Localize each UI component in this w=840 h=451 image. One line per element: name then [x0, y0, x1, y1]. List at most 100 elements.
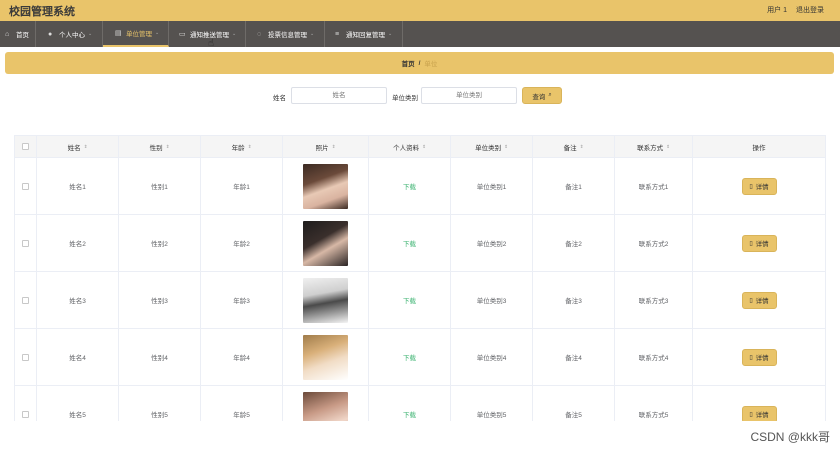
cell-name: 姓名4	[37, 329, 119, 385]
detail-button[interactable]: ▯ 详情	[741, 405, 777, 423]
sort-icon: ⇕	[247, 143, 252, 149]
logout-link[interactable]: 退出登录	[796, 5, 824, 15]
cell-category: 单位类别2	[451, 215, 533, 271]
actions-cell: ▯ 详情	[693, 329, 825, 385]
cell-category: 单位类别3	[451, 272, 533, 328]
unit-table: 姓名 ⇕ 性别 ⇕ 年龄 ⇕ 照片 ⇕ 个人资料 ⇕ 单位类别 ⇕ 备注 ⇕ 联系方式 ⇕ 操作…	[14, 135, 826, 443]
column-header-photo[interactable]: 照片 ⇕	[283, 136, 369, 157]
cell-name: 姓名1	[37, 158, 119, 214]
photo-thumbnail[interactable]	[303, 334, 348, 380]
nav-item-label: 投票信息管理	[268, 32, 307, 39]
detail-button-label: 详情	[755, 184, 769, 191]
row-checkbox[interactable]	[22, 410, 29, 418]
nav-item-notice-reply[interactable]: ≡ 通知回复管理 ⌄	[325, 21, 403, 47]
photo-thumbnail[interactable]	[303, 163, 348, 209]
column-header-contact[interactable]: 联系方式 ⇕	[615, 136, 693, 157]
cell-remark: 备注3	[533, 272, 615, 328]
cell-contact: 联系方式2	[615, 215, 693, 271]
search-button-label: 查询	[532, 93, 546, 101]
document-icon: ▯	[749, 297, 753, 304]
detail-button[interactable]: ▯ 详情	[741, 348, 777, 366]
row-checkbox[interactable]	[22, 182, 29, 190]
cell-age: 年龄4	[201, 329, 283, 385]
nav-item-unit-management[interactable]: ▤ 单位管理 ⌄	[103, 21, 169, 47]
select-cell	[15, 329, 37, 385]
document-icon: ▯	[749, 354, 753, 361]
actions-cell: ▯ 详情	[693, 272, 825, 328]
document-icon: ▯	[749, 183, 753, 190]
category-search-input[interactable]	[421, 87, 517, 104]
photo-cell	[283, 272, 369, 328]
download-link[interactable]: 下载	[403, 409, 416, 419]
column-header-label: 个人资料	[393, 144, 420, 152]
chevron-down-icon: ⌄	[88, 31, 93, 37]
column-header-label: 姓名	[67, 144, 81, 152]
chevron-down-icon: ⌄	[232, 31, 237, 37]
detail-button[interactable]: ▯ 详情	[741, 291, 777, 309]
document-icon: ▯	[749, 411, 753, 418]
column-header-label: 单位类别	[475, 144, 502, 152]
nav-item-vote-info[interactable]: ◌ 投票信息管理 ⌄	[246, 21, 325, 47]
download-link[interactable]: 下载	[403, 352, 416, 362]
cell-gender: 性别3	[119, 272, 201, 328]
download-link[interactable]: 下载	[403, 238, 416, 248]
column-header-name[interactable]: 姓名 ⇕	[37, 136, 119, 157]
chevron-down-icon: ⌄	[310, 31, 315, 37]
photo-thumbnail[interactable]	[303, 220, 348, 266]
column-header-age[interactable]: 年龄 ⇕	[201, 136, 283, 157]
column-header-gender[interactable]: 性别 ⇕	[119, 136, 201, 157]
nav-item-label: 首页	[16, 32, 29, 39]
nav-item-personal-center[interactable]: ● 个人中心 ⌄	[36, 21, 103, 47]
column-header-profile[interactable]: 个人资料 ⇕	[369, 136, 451, 157]
detail-button[interactable]: ▯ 详情	[741, 177, 777, 195]
cell-name: 姓名2	[37, 215, 119, 271]
current-user[interactable]: 用户 1	[767, 5, 787, 15]
row-checkbox[interactable]	[22, 239, 29, 247]
chevron-down-icon: ⌄	[388, 31, 393, 37]
vote-icon: ◌	[257, 30, 262, 38]
cell-category: 单位类别1	[451, 158, 533, 214]
footer-band	[0, 421, 840, 451]
breadcrumb: 首页 / 单位	[5, 52, 834, 74]
column-header-remark[interactable]: 备注 ⇕	[533, 136, 615, 157]
row-checkbox[interactable]	[22, 296, 29, 304]
download-link[interactable]: 下载	[403, 295, 416, 305]
detail-button[interactable]: ▯ 详情	[741, 234, 777, 252]
select-cell	[15, 272, 37, 328]
watermark: CSDN @kkk哥	[750, 430, 830, 444]
sort-icon: ⇕	[504, 143, 508, 149]
row-checkbox[interactable]	[22, 353, 29, 361]
cell-category: 单位类别4	[451, 329, 533, 385]
breadcrumb-home[interactable]: 首页	[402, 58, 415, 68]
search-button[interactable]: 查询 ⌕	[522, 87, 562, 104]
table-row: 姓名2 性别2 年龄2 下载 单位类别2 备注2 联系方式2 ▯ 详情	[14, 215, 826, 272]
nav-item-label: 单位管理	[126, 31, 152, 38]
cell-remark: 备注1	[533, 158, 615, 214]
cell-contact: 联系方式4	[615, 329, 693, 385]
name-search-input[interactable]	[291, 87, 387, 104]
reply-icon: ≡	[335, 30, 340, 38]
column-header-label: 性别	[149, 144, 163, 152]
cell-gender: 性别1	[119, 158, 201, 214]
building-icon: ▤	[115, 29, 122, 37]
table-body: 姓名1 性别1 年龄1 下载 单位类别1 备注1 联系方式1 ▯ 详情 姓名2 性别2 年龄2 下载 单位…	[14, 158, 826, 443]
download-link[interactable]: 下载	[403, 181, 416, 191]
document-icon: ▯	[749, 240, 753, 247]
profile-cell: 下载	[369, 158, 451, 214]
profile-cell: 下载	[369, 329, 451, 385]
cell-age: 年龄2	[201, 215, 283, 271]
select-all-checkbox[interactable]	[22, 143, 29, 150]
profile-cell: 下载	[369, 272, 451, 328]
column-header-actions: 操作	[693, 136, 825, 157]
chevron-down-icon: ⌄	[155, 30, 160, 36]
column-header-label: 联系方式	[637, 144, 664, 152]
photo-thumbnail[interactable]	[303, 277, 348, 323]
nav-item-home[interactable]: ⌂ 首页	[0, 21, 36, 47]
search-form: 姓名 单位类别 查询 ⌕	[0, 86, 840, 106]
select-cell	[15, 158, 37, 214]
column-header-category[interactable]: 单位类别 ⇕	[451, 136, 533, 157]
select-cell	[15, 215, 37, 271]
sort-icon: ⇕	[165, 143, 170, 149]
message-icon: ▭	[179, 30, 186, 38]
column-header-label: 照片	[315, 144, 329, 152]
